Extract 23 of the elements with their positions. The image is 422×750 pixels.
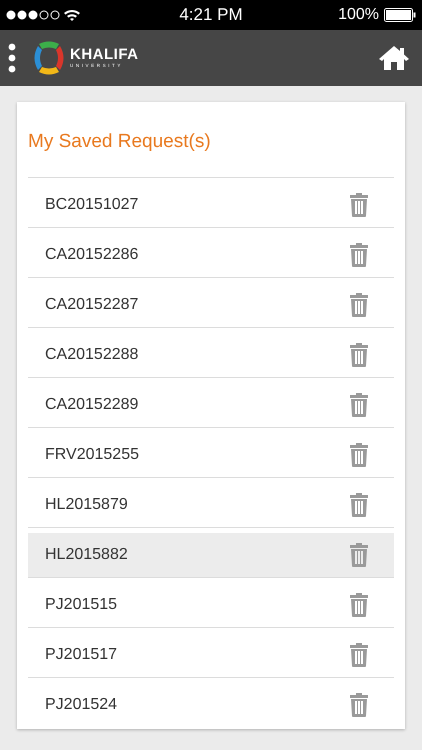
signal-icon [6, 10, 60, 20]
trash-icon[interactable] [349, 492, 369, 516]
battery-percent: 100% [338, 5, 379, 25]
wifi-icon [63, 8, 81, 22]
time-text: 4:21 PM [179, 4, 243, 26]
trash-icon[interactable] [349, 542, 369, 566]
trash-icon[interactable] [349, 392, 369, 416]
more-icon [8, 43, 16, 73]
trash-icon[interactable] [349, 692, 369, 716]
trash-icon[interactable] [349, 292, 369, 316]
battery-icon [384, 8, 416, 22]
logo-name: KHALIFA [70, 47, 138, 62]
trash-icon[interactable] [349, 642, 369, 666]
menu-button[interactable] [8, 43, 16, 73]
request-item[interactable]: HL2015882 [28, 532, 394, 576]
trash-icon[interactable] [349, 442, 369, 466]
home-button[interactable] [378, 45, 410, 71]
trash-icon[interactable] [349, 242, 369, 266]
trash-icon[interactable] [349, 592, 369, 616]
card-title: My Saved Request(s) [28, 130, 211, 154]
home-icon [378, 45, 410, 71]
trash-icon[interactable] [349, 192, 369, 216]
trash-icon[interactable] [349, 342, 369, 366]
